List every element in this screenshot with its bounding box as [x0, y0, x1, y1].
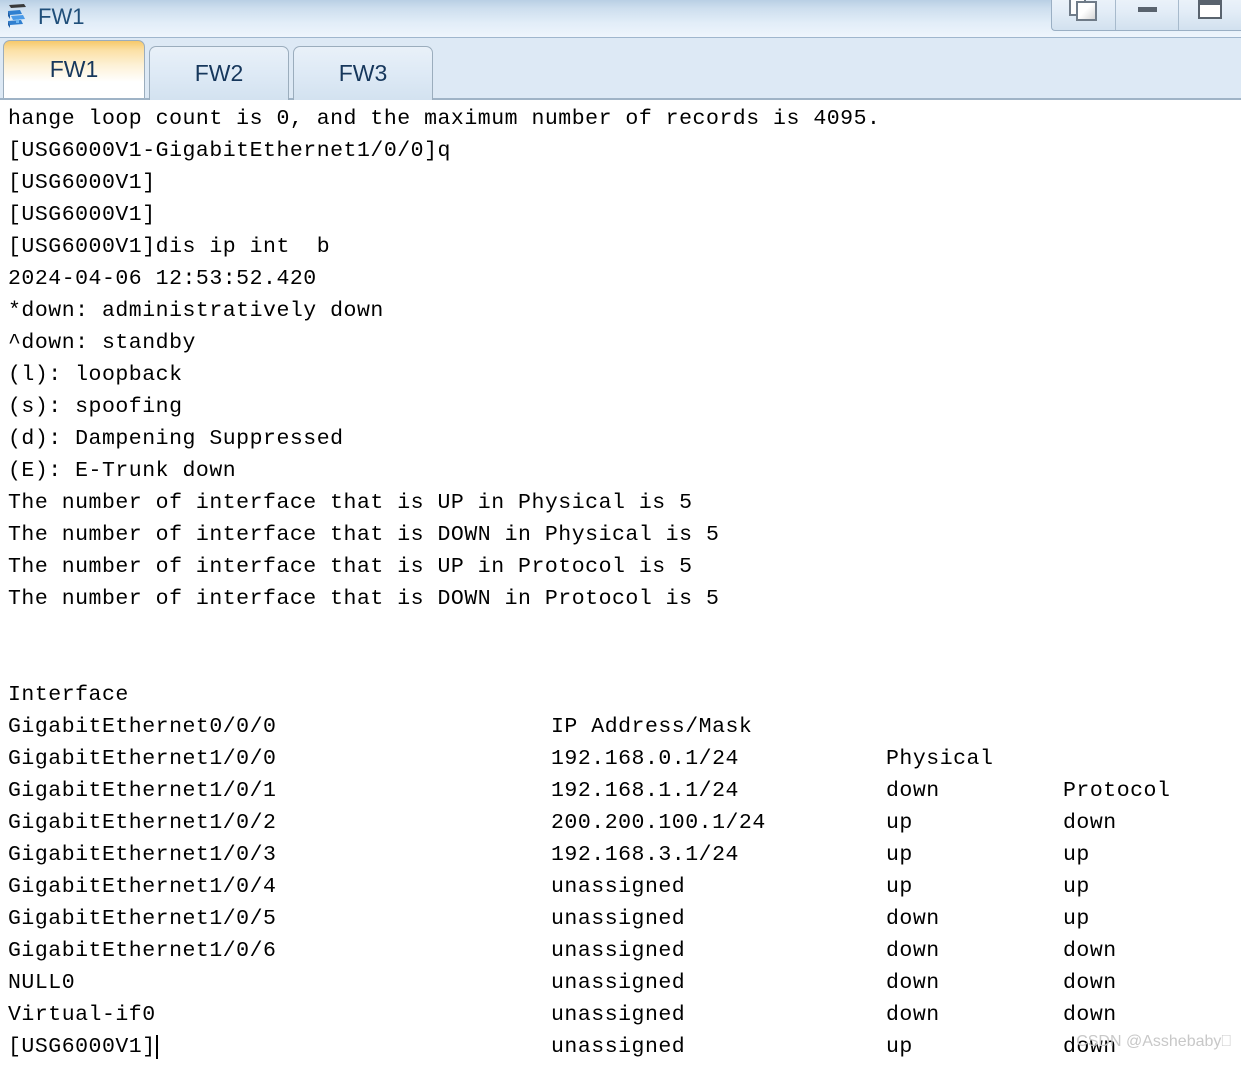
terminal-line: The number of interface that is UP in Ph…	[8, 491, 693, 515]
terminal-line: 2024-04-06 12:53:52.420	[8, 267, 317, 291]
terminal-line: (l): loopback	[8, 363, 183, 387]
window-title: FW1	[38, 3, 85, 29]
cell-ip: unassigned	[551, 1003, 686, 1027]
table-row: GigabitEthernet0/0/0 192.168.0.1/24 down…	[0, 679, 1241, 835]
terminal-line: The number of interface that is UP in Pr…	[8, 555, 693, 579]
terminal-line: The number of interface that is DOWN in …	[8, 523, 720, 547]
maximize-button[interactable]	[1178, 0, 1241, 30]
interface-table-header: Interface IP Address/Mask Physical Proto…	[0, 647, 1241, 803]
terminal-line: (d): Dampening Suppressed	[8, 427, 344, 451]
restore-icon	[1068, 0, 1099, 21]
minimize-icon	[1137, 6, 1157, 12]
cell-interface: Virtual-if0	[8, 1003, 156, 1027]
table-row: GigabitEthernet1/0/6 unassigned down dow…	[0, 903, 1241, 1059]
table-row: GigabitEthernet1/0/3 unassigned down dow…	[0, 807, 1241, 963]
tab-label: FW1	[49, 56, 99, 82]
text-cursor	[155, 1035, 158, 1059]
tab-fw3[interactable]: FW3	[293, 46, 433, 100]
tab-label: FW2	[194, 60, 244, 86]
device-icon	[4, 2, 34, 32]
terminal-line: (E): E-Trunk down	[8, 459, 237, 483]
cell-protocol: down	[1063, 1003, 1117, 1027]
table-row: NULL0 unassigned up up(s)	[0, 935, 1241, 1059]
minimize-button[interactable]	[1115, 0, 1178, 30]
terminal-line: *down: administratively down	[8, 299, 384, 323]
tab-bar: FW1 FW2 FW3	[0, 38, 1241, 100]
tab-fw2[interactable]: FW2	[149, 46, 289, 100]
terminal-line: [USG6000V1]	[8, 203, 156, 227]
cell-physical: down	[886, 1003, 940, 1027]
cell-ip: unassigned	[551, 1035, 686, 1059]
terminal-line: ^down: standby	[8, 331, 196, 355]
maximize-icon	[1198, 0, 1222, 19]
table-row: GigabitEthernet1/0/2 192.168.3.1/24 up u…	[0, 775, 1241, 931]
table-row: GigabitEthernet1/0/4 unassigned down dow…	[0, 839, 1241, 995]
title-bar: FW1	[0, 0, 1241, 38]
table-row: GigabitEthernet1/0/1 200.200.100.1/24 up…	[0, 743, 1241, 899]
table-row: Virtual-if0 unassigned up up(s)	[0, 967, 1241, 1059]
tab-label: FW3	[338, 60, 388, 86]
terminal-output[interactable]: hange loop count is 0, and the maximum n…	[0, 100, 1241, 1063]
terminal-line: [USG6000V1-GigabitEthernet1/0/0]q	[8, 139, 451, 163]
table-row: GigabitEthernet1/0/0 192.168.1.1/24 up u…	[0, 711, 1241, 867]
terminal-line: hange loop count is 0, and the maximum n…	[8, 107, 881, 131]
restore-button[interactable]	[1052, 0, 1115, 30]
terminal-line: (s): spoofing	[8, 395, 183, 419]
tab-fw1[interactable]: FW1	[3, 40, 145, 98]
watermark: CSDN @Asshebaby⎕	[1076, 1033, 1231, 1050]
terminal-line: The number of interface that is DOWN in …	[8, 587, 720, 611]
terminal-window: FW1 FW1 FW2 FW3 hange loop count is 0, a…	[0, 0, 1241, 1065]
terminal-line: [USG6000V1]dis ip int b	[8, 235, 331, 259]
table-row: GigabitEthernet1/0/5 unassigned down dow…	[0, 871, 1241, 1027]
terminal-line: [USG6000V1]	[8, 171, 156, 195]
window-controls	[1051, 0, 1241, 31]
cell-physical: up	[886, 1035, 913, 1059]
